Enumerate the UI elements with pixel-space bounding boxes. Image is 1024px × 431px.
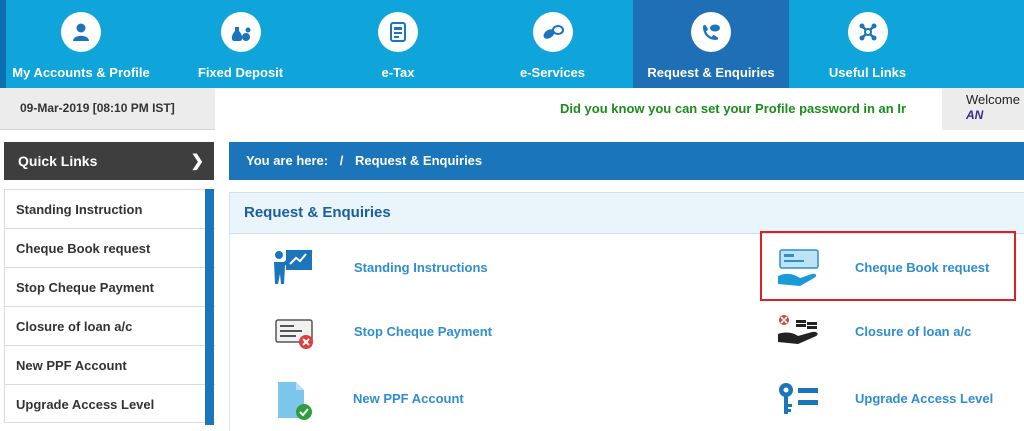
nav-label: e-Services bbox=[519, 65, 586, 80]
nav-label: Request & Enquiries bbox=[647, 65, 775, 80]
hand-coins-cancel-icon bbox=[776, 314, 824, 358]
breadcrumb-current: Request & Enquiries bbox=[355, 153, 483, 168]
quick-links-scrollbar[interactable] bbox=[205, 189, 214, 425]
quick-links-list: Standing Instruction Cheque Book request… bbox=[4, 189, 215, 423]
cheque-hand-icon bbox=[776, 246, 824, 290]
nav-useful-links[interactable]: Useful Links bbox=[800, 0, 935, 88]
quick-links-header[interactable]: Quick Links ❯ bbox=[4, 142, 214, 180]
key-list-icon bbox=[776, 380, 824, 424]
tax-document-icon bbox=[378, 12, 418, 52]
service-label: Closure of loan a/c bbox=[855, 324, 972, 339]
nav-request-enquiries[interactable]: Request & Enquiries bbox=[633, 0, 789, 88]
top-navigation: My Accounts & Profile Fixed Deposit e-Ta… bbox=[0, 0, 1024, 88]
money-bag-icon bbox=[220, 12, 261, 52]
phone-chat-icon bbox=[691, 12, 731, 52]
quick-link-new-ppf-account[interactable]: New PPF Account bbox=[4, 345, 215, 384]
service-label: New PPF Account bbox=[353, 391, 464, 406]
chevron-right-icon: ❯ bbox=[190, 153, 204, 170]
quick-link-closure-of-loan[interactable]: Closure of loan a/c bbox=[4, 306, 215, 345]
document-check-icon bbox=[272, 380, 320, 424]
service-upgrade-access-level[interactable]: Upgrade Access Level bbox=[776, 380, 1016, 430]
quick-link-standing-instruction[interactable]: Standing Instruction bbox=[4, 189, 215, 228]
welcome-box: Welcome AN bbox=[942, 88, 1024, 130]
person-icon bbox=[61, 12, 101, 52]
links-network-icon bbox=[847, 12, 888, 52]
cheque-cancel-icon bbox=[272, 314, 320, 358]
service-label: Stop Cheque Payment bbox=[354, 324, 492, 339]
nav-my-accounts-profile[interactable]: My Accounts & Profile bbox=[6, 0, 156, 88]
nav-fixed-deposit[interactable]: Fixed Deposit bbox=[168, 0, 313, 88]
session-datetime: 09-Mar-2019 [08:10 PM IST] bbox=[0, 88, 215, 130]
nav-label: Useful Links bbox=[828, 65, 907, 80]
breadcrumb-separator: / bbox=[339, 153, 344, 168]
welcome-label: Welcome bbox=[966, 92, 1020, 107]
nav-label: Fixed Deposit bbox=[197, 65, 284, 80]
pills-icon bbox=[532, 12, 573, 52]
nav-e-services[interactable]: e-Services bbox=[480, 0, 625, 88]
quick-link-stop-cheque-payment[interactable]: Stop Cheque Payment bbox=[4, 267, 215, 306]
breadcrumb: You are here: / Request & Enquiries bbox=[229, 142, 1024, 180]
quick-links-title: Quick Links bbox=[18, 153, 98, 169]
quick-link-cheque-book-request[interactable]: Cheque Book request bbox=[4, 228, 215, 267]
nav-label: e-Tax bbox=[381, 65, 415, 80]
service-label: Upgrade Access Level bbox=[855, 391, 994, 406]
service-stop-cheque-payment[interactable]: Stop Cheque Payment bbox=[272, 314, 512, 364]
info-marquee: Did you know you can set your Profile pa… bbox=[560, 101, 907, 116]
breadcrumb-prefix: You are here: bbox=[246, 153, 329, 168]
panel-title: Request & Enquiries bbox=[229, 192, 1024, 234]
nav-label: My Accounts & Profile bbox=[12, 65, 150, 80]
service-new-ppf-account[interactable]: New PPF Account bbox=[272, 380, 512, 430]
service-standing-instructions[interactable]: Standing Instructions bbox=[272, 246, 512, 296]
service-closure-of-loan[interactable]: Closure of loan a/c bbox=[776, 314, 1006, 364]
quick-link-upgrade-access-level[interactable]: Upgrade Access Level bbox=[4, 384, 215, 423]
presentation-icon bbox=[272, 246, 320, 290]
user-name: AN bbox=[966, 108, 984, 122]
service-label: Cheque Book request bbox=[855, 260, 990, 275]
nav-e-tax[interactable]: e-Tax bbox=[333, 0, 463, 88]
service-cheque-book-request[interactable]: Cheque Book request bbox=[776, 246, 1006, 296]
service-label: Standing Instructions bbox=[354, 260, 488, 275]
